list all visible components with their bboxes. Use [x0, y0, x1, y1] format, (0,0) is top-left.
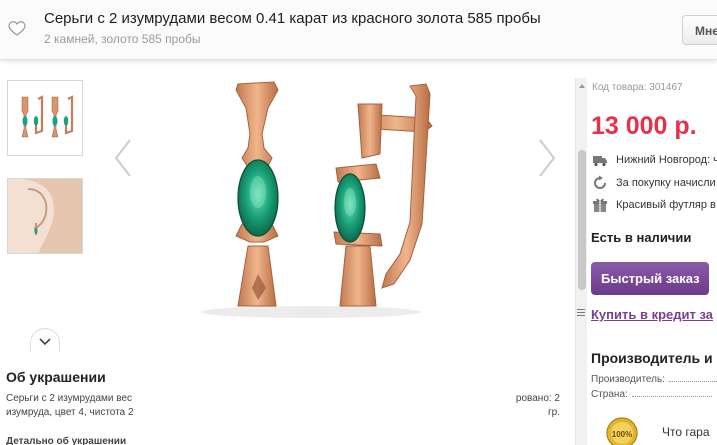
credit-link[interactable]: Купить в кредит за: [591, 307, 713, 322]
country-label: Страна:: [591, 389, 628, 400]
thumbnail-earring-on-ear[interactable]: [7, 178, 83, 254]
product-sku: Код товара: 301467: [592, 82, 683, 93]
country-row: Страна:: [591, 389, 712, 400]
product-subtitle: 2 камней, золото 585 пробы: [44, 32, 201, 46]
grip-icon: [577, 308, 585, 318]
gift-icon: [593, 198, 607, 212]
chevron-right-icon[interactable]: [537, 138, 557, 178]
description-title: Об украшении: [6, 369, 106, 385]
guarantee-badge-text: 100%: [612, 430, 632, 439]
manufacturer-label: Производитель:: [591, 374, 665, 385]
product-page: Серьги с 2 изумрудами весом 0.41 карат и…: [0, 0, 717, 445]
dotted-leader: [631, 396, 712, 397]
description-text: Серьги с 2 изумрудами вес изумруда, цвет…: [6, 393, 134, 418]
guarantee-text: Что гара: [662, 425, 710, 439]
guarantee-badge-icon: 100%: [606, 417, 638, 445]
earrings-pair-thumb-icon: [21, 95, 74, 138]
scroll-up-arrow-icon[interactable]: [579, 84, 585, 88]
thumbnails-more-button[interactable]: [30, 328, 60, 352]
refresh-icon: [594, 175, 606, 189]
stock-status: Есть в наличии: [591, 230, 692, 245]
description-text-right: ровано: 2 гр.: [510, 392, 560, 420]
description-text-right-line2: гр.: [548, 407, 560, 418]
bonus-text: За покупку начисли: [616, 177, 716, 189]
manufacturer-title: Производитель и: [591, 350, 713, 366]
earring-on-ear-thumb-icon: [8, 179, 82, 253]
guarantee-block[interactable]: 100% Что гара: [600, 415, 717, 445]
product-price: 13 000 р.: [591, 112, 697, 140]
sticky-header: Серьги с 2 изумрудами весом 0.41 карат и…: [0, 0, 717, 60]
dotted-leader: [668, 381, 717, 382]
truck-icon: [593, 156, 607, 167]
heart-icon[interactable]: [8, 20, 26, 36]
chevron-down-icon: [39, 338, 51, 346]
delivery-text: Нижний Новгород: ч: [616, 154, 717, 166]
main-product-image[interactable]: [186, 74, 436, 324]
chevron-left-icon[interactable]: [113, 138, 133, 178]
gift-text: Красивый футляр в: [616, 199, 716, 211]
product-title: Серьги с 2 изумрудами весом 0.41 карат и…: [44, 10, 541, 27]
scrollbar-thumb[interactable]: [578, 150, 586, 290]
manufacturer-row: Производитель:: [591, 374, 717, 385]
menu-button[interactable]: Мне: [682, 15, 717, 45]
description-detail-title: Детально об украшении: [6, 436, 127, 445]
quick-order-button[interactable]: Быстрый заказ: [591, 262, 709, 295]
thumbnail-earrings-pair[interactable]: [7, 80, 83, 156]
description-text-right-line1: ровано: 2: [515, 393, 560, 404]
scrollbar[interactable]: [575, 78, 587, 445]
